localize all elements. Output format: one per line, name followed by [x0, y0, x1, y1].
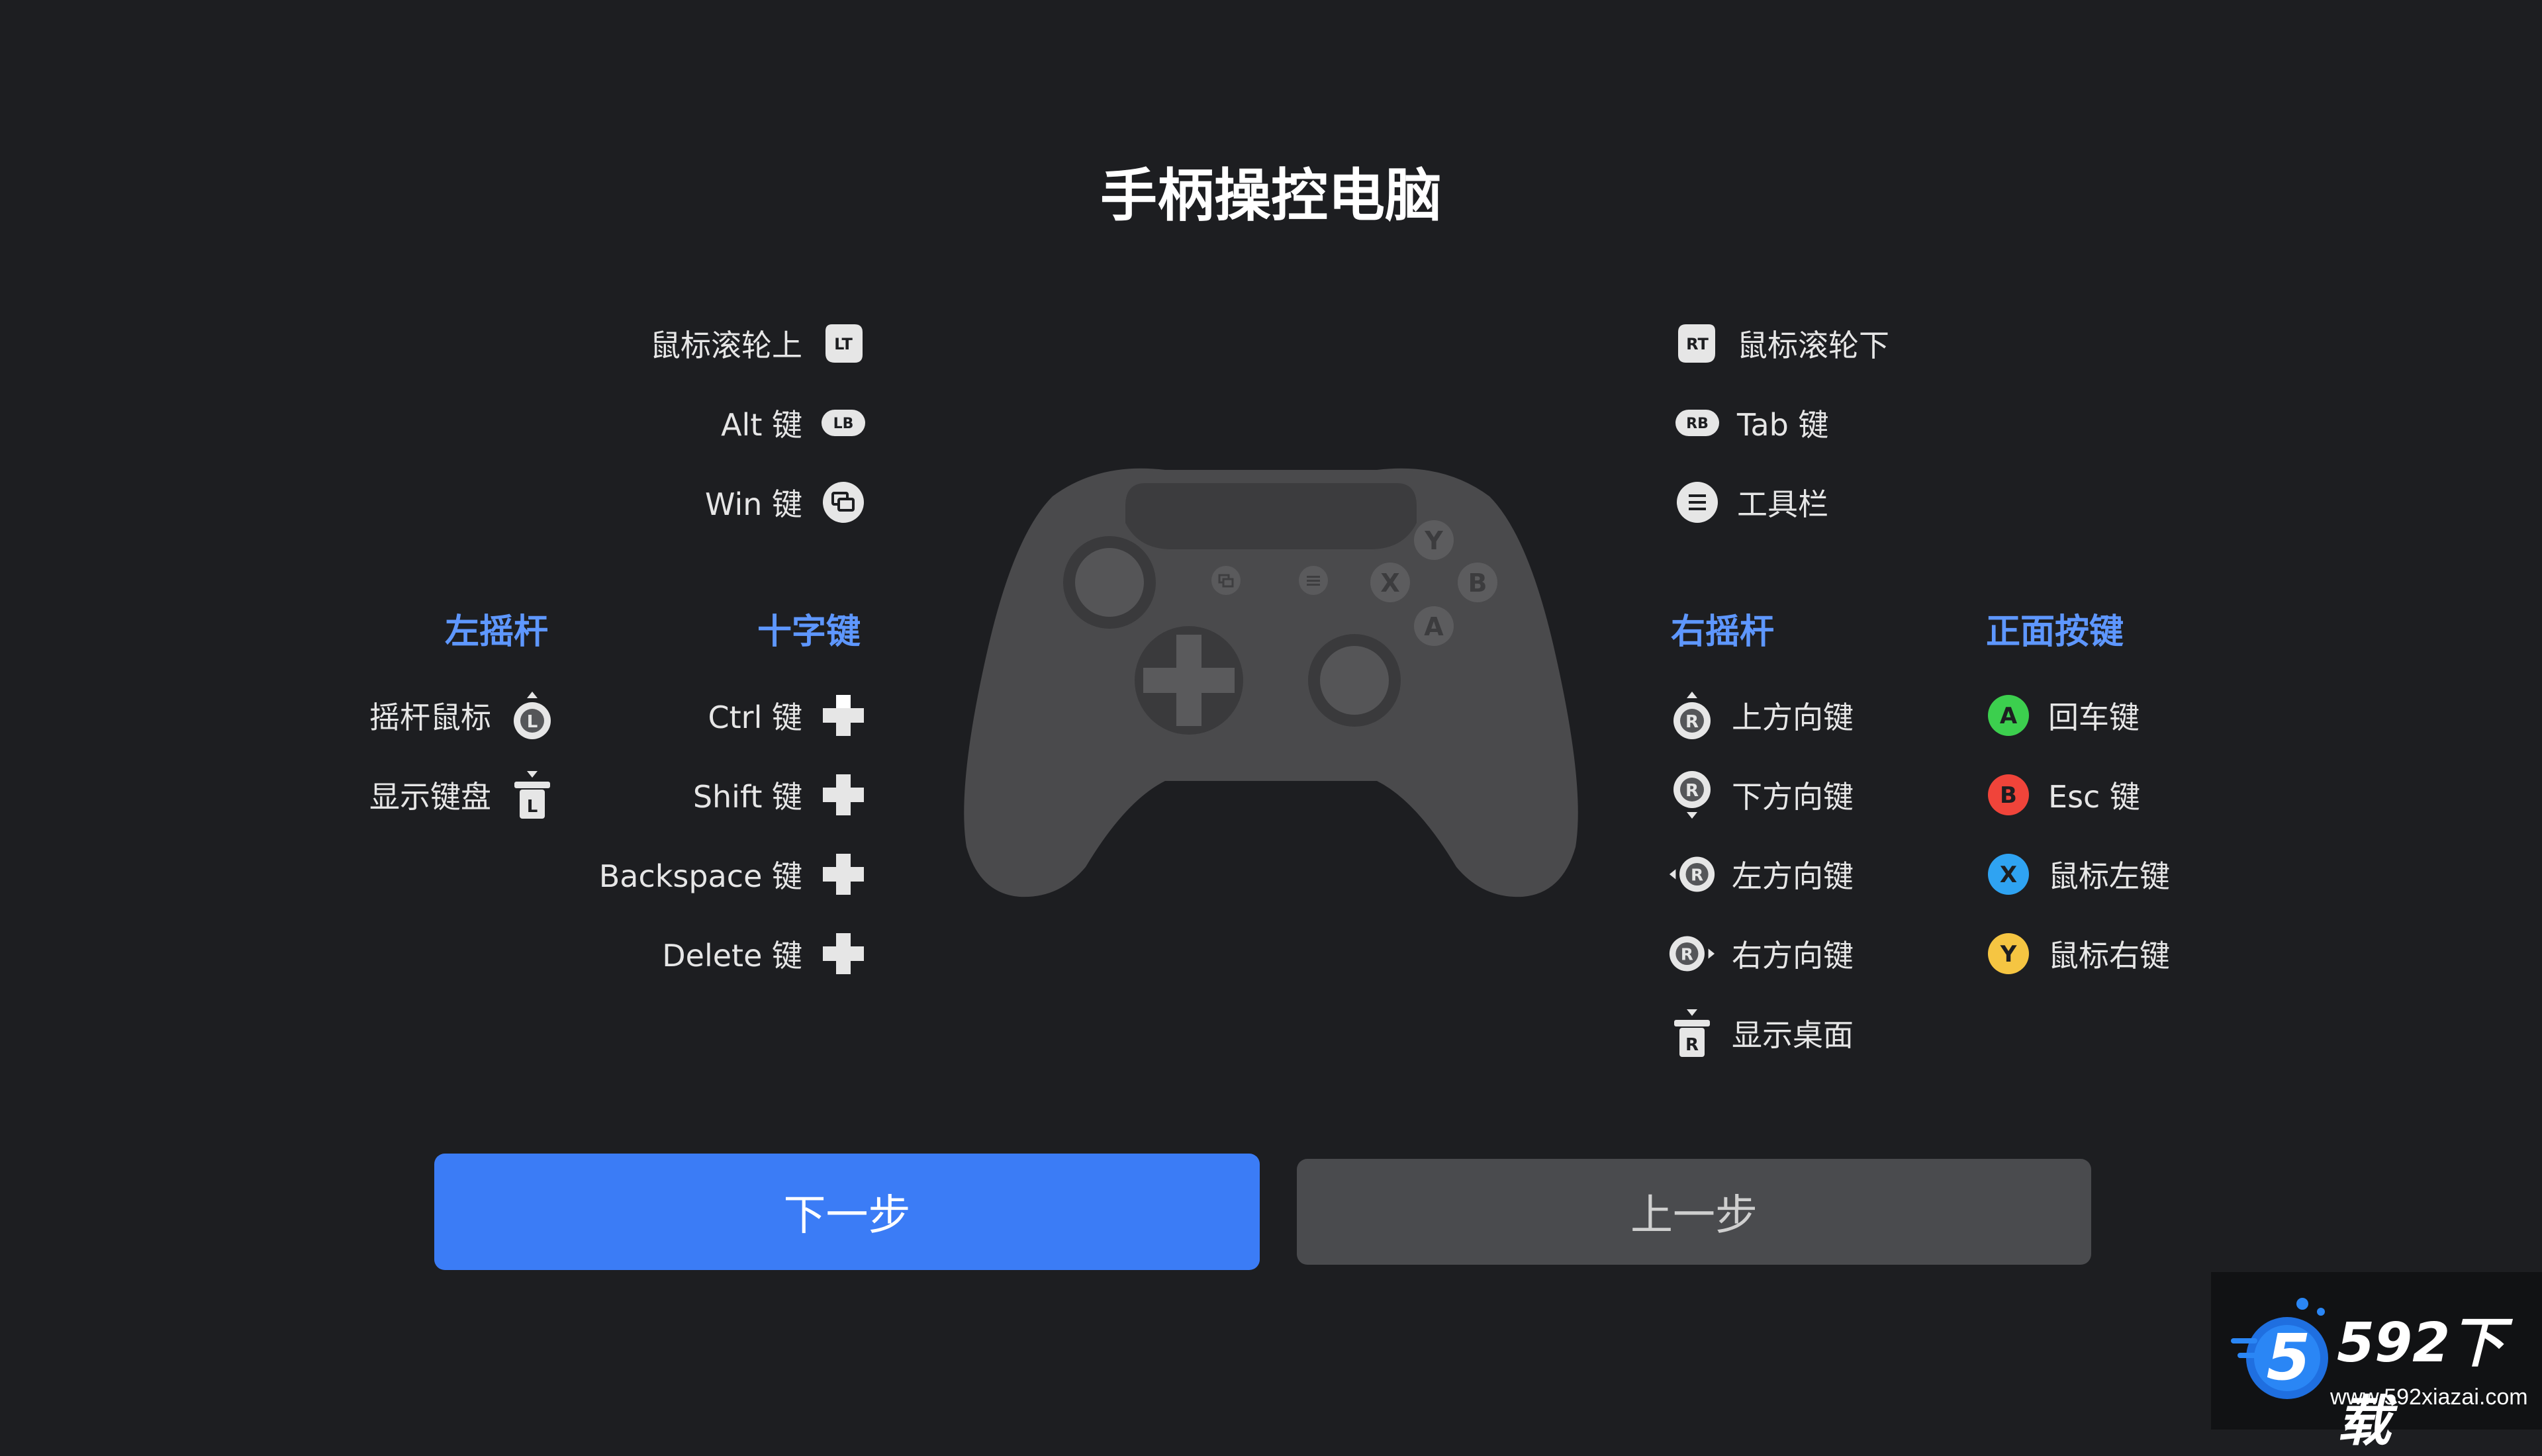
svg-text:B: B [2000, 782, 2017, 809]
mapping-label: Shift 键 [692, 779, 802, 815]
svg-text:LB: LB [833, 416, 854, 432]
mapping-dpad-right: Delete 键 [569, 927, 867, 980]
right-stick-left-icon: R [1668, 850, 1716, 898]
svg-text:R: R [1691, 865, 1703, 884]
dpad-up-icon [820, 692, 867, 739]
mapping-dpad-left: Backspace 键 [569, 848, 867, 901]
mapping-lt: 鼠标滚轮上 LT [371, 317, 867, 370]
svg-text:R: R [1685, 712, 1699, 732]
dpad-right-icon [820, 930, 867, 978]
mapping-label: Win 键 [704, 486, 802, 522]
lb-bumper-icon: LB [820, 399, 867, 447]
dpad-left-icon [820, 850, 867, 898]
mapping-label: 鼠标右键 [2048, 938, 2170, 974]
mapping-right-stick-right: R 右方向键 [1668, 927, 1946, 980]
mapping-label: 左方向键 [1732, 858, 1854, 894]
section-face-buttons: 正面按键 [1986, 612, 2124, 652]
svg-text:R: R [1685, 1035, 1699, 1055]
watermark-logo-icon: 5 [2231, 1298, 2328, 1399]
mapping-label: Delete 键 [662, 938, 802, 974]
mapping-label: 回车键 [2048, 700, 2140, 735]
svg-text:R: R [1685, 781, 1699, 801]
mapping-label: 上方向键 [1732, 700, 1854, 735]
svg-text:RB: RB [1686, 416, 1709, 432]
right-stick-down-icon: R [1668, 771, 1716, 819]
mapping-label: Esc 键 [2048, 779, 2140, 815]
section-right-stick: 右摇杆 [1671, 612, 1775, 652]
svg-text:L: L [527, 712, 538, 732]
mapping-right-stick-up: R 上方向键 [1668, 689, 1946, 742]
right-stick-right-icon: R [1668, 930, 1716, 978]
mapping-menu: 工具栏 [1673, 476, 2137, 529]
mapping-rb: RB Tab 键 [1673, 396, 2137, 449]
mapping-left-stick-press: 显示键盘 L [298, 768, 556, 821]
a-button-icon: A [1985, 692, 2032, 739]
mapping-dpad-up: Ctrl 键 [569, 689, 867, 742]
mapping-lb: Alt 键 LB [371, 396, 867, 449]
mapping-label: 右方向键 [1732, 938, 1854, 974]
mapping-label: 鼠标左键 [2048, 858, 2170, 894]
svg-text:Y: Y [2000, 941, 2017, 968]
section-left-stick: 左摇杆 [445, 612, 549, 652]
svg-text:LT: LT [834, 335, 853, 353]
next-step-button[interactable]: 下一步 [434, 1154, 1260, 1270]
svg-text:R: R [1681, 944, 1693, 964]
svg-text:B: B [1468, 569, 1487, 598]
rt-trigger-icon: RT [1673, 320, 1721, 367]
section-dpad: 十字键 [757, 612, 861, 652]
gamepad-illustration: Y X B A [964, 468, 1578, 897]
gamepad-top-panel [1125, 483, 1417, 549]
mapping-face-b: B Esc 键 [1985, 768, 2263, 821]
mapping-dpad-down: Shift 键 [569, 768, 867, 821]
watermark: 5 592下载 www.592xiazai.com [2211, 1272, 2542, 1453]
right-stick-press-icon: R [1668, 1009, 1716, 1057]
mapping-label: 鼠标滚轮下 [1737, 328, 1889, 363]
svg-text:X: X [2000, 862, 2017, 888]
right-stick-up-icon: R [1668, 692, 1716, 739]
b-button-icon: B [1985, 771, 2032, 819]
mapping-label: 显示键盘 [369, 779, 491, 815]
y-button-icon: Y [1985, 930, 2032, 978]
mapping-win: Win 键 [371, 476, 867, 529]
svg-text:A: A [1424, 612, 1444, 641]
svg-text:A: A [2000, 703, 2018, 729]
mapping-face-x: X 鼠标左键 [1985, 848, 2263, 901]
mapping-label: 摇杆鼠标 [369, 700, 491, 735]
lt-trigger-icon: LT [820, 320, 867, 367]
svg-text:5: 5 [2267, 1320, 2311, 1394]
mapping-left-stick-move: 摇杆鼠标 L [298, 689, 556, 742]
mapping-label: 显示桌面 [1732, 1017, 1854, 1053]
page-title: 手柄操控电脑 [1100, 163, 1442, 229]
svg-text:L: L [527, 797, 538, 817]
watermark-url: www.592xiazai.com [2330, 1385, 2528, 1410]
mapping-label: Tab 键 [1737, 407, 1829, 443]
mapping-face-a: A 回车键 [1985, 689, 2263, 742]
prev-step-button[interactable]: 上一步 [1297, 1159, 2091, 1265]
left-stick-move-icon: L [508, 692, 556, 739]
svg-text:X: X [1380, 569, 1399, 598]
mapping-label: Ctrl 键 [708, 700, 802, 735]
rb-bumper-icon: RB [1673, 399, 1721, 447]
mapping-label: Alt 键 [721, 407, 802, 443]
mapping-label: 下方向键 [1732, 779, 1854, 815]
watermark-brand: 592下载 [2337, 1312, 2505, 1453]
mapping-label: 鼠标滚轮上 [650, 328, 802, 363]
menu-button-icon [1673, 478, 1721, 526]
mapping-face-y: Y 鼠标右键 [1985, 927, 2263, 980]
mapping-label: 工具栏 [1737, 486, 1828, 522]
mapping-right-stick-left: R 左方向键 [1668, 848, 1946, 901]
dpad-down-icon [820, 771, 867, 819]
mapping-rt: RT 鼠标滚轮下 [1673, 317, 2137, 370]
mapping-label: Backspace 键 [598, 858, 802, 894]
mapping-right-stick-press: R 显示桌面 [1668, 1007, 1946, 1060]
left-stick-press-icon: L [508, 771, 556, 819]
x-button-icon: X [1985, 850, 2032, 898]
view-button-icon [820, 478, 867, 526]
mapping-right-stick-down: R 下方向键 [1668, 768, 1946, 821]
svg-text:RT: RT [1686, 335, 1709, 353]
svg-text:Y: Y [1424, 526, 1443, 555]
